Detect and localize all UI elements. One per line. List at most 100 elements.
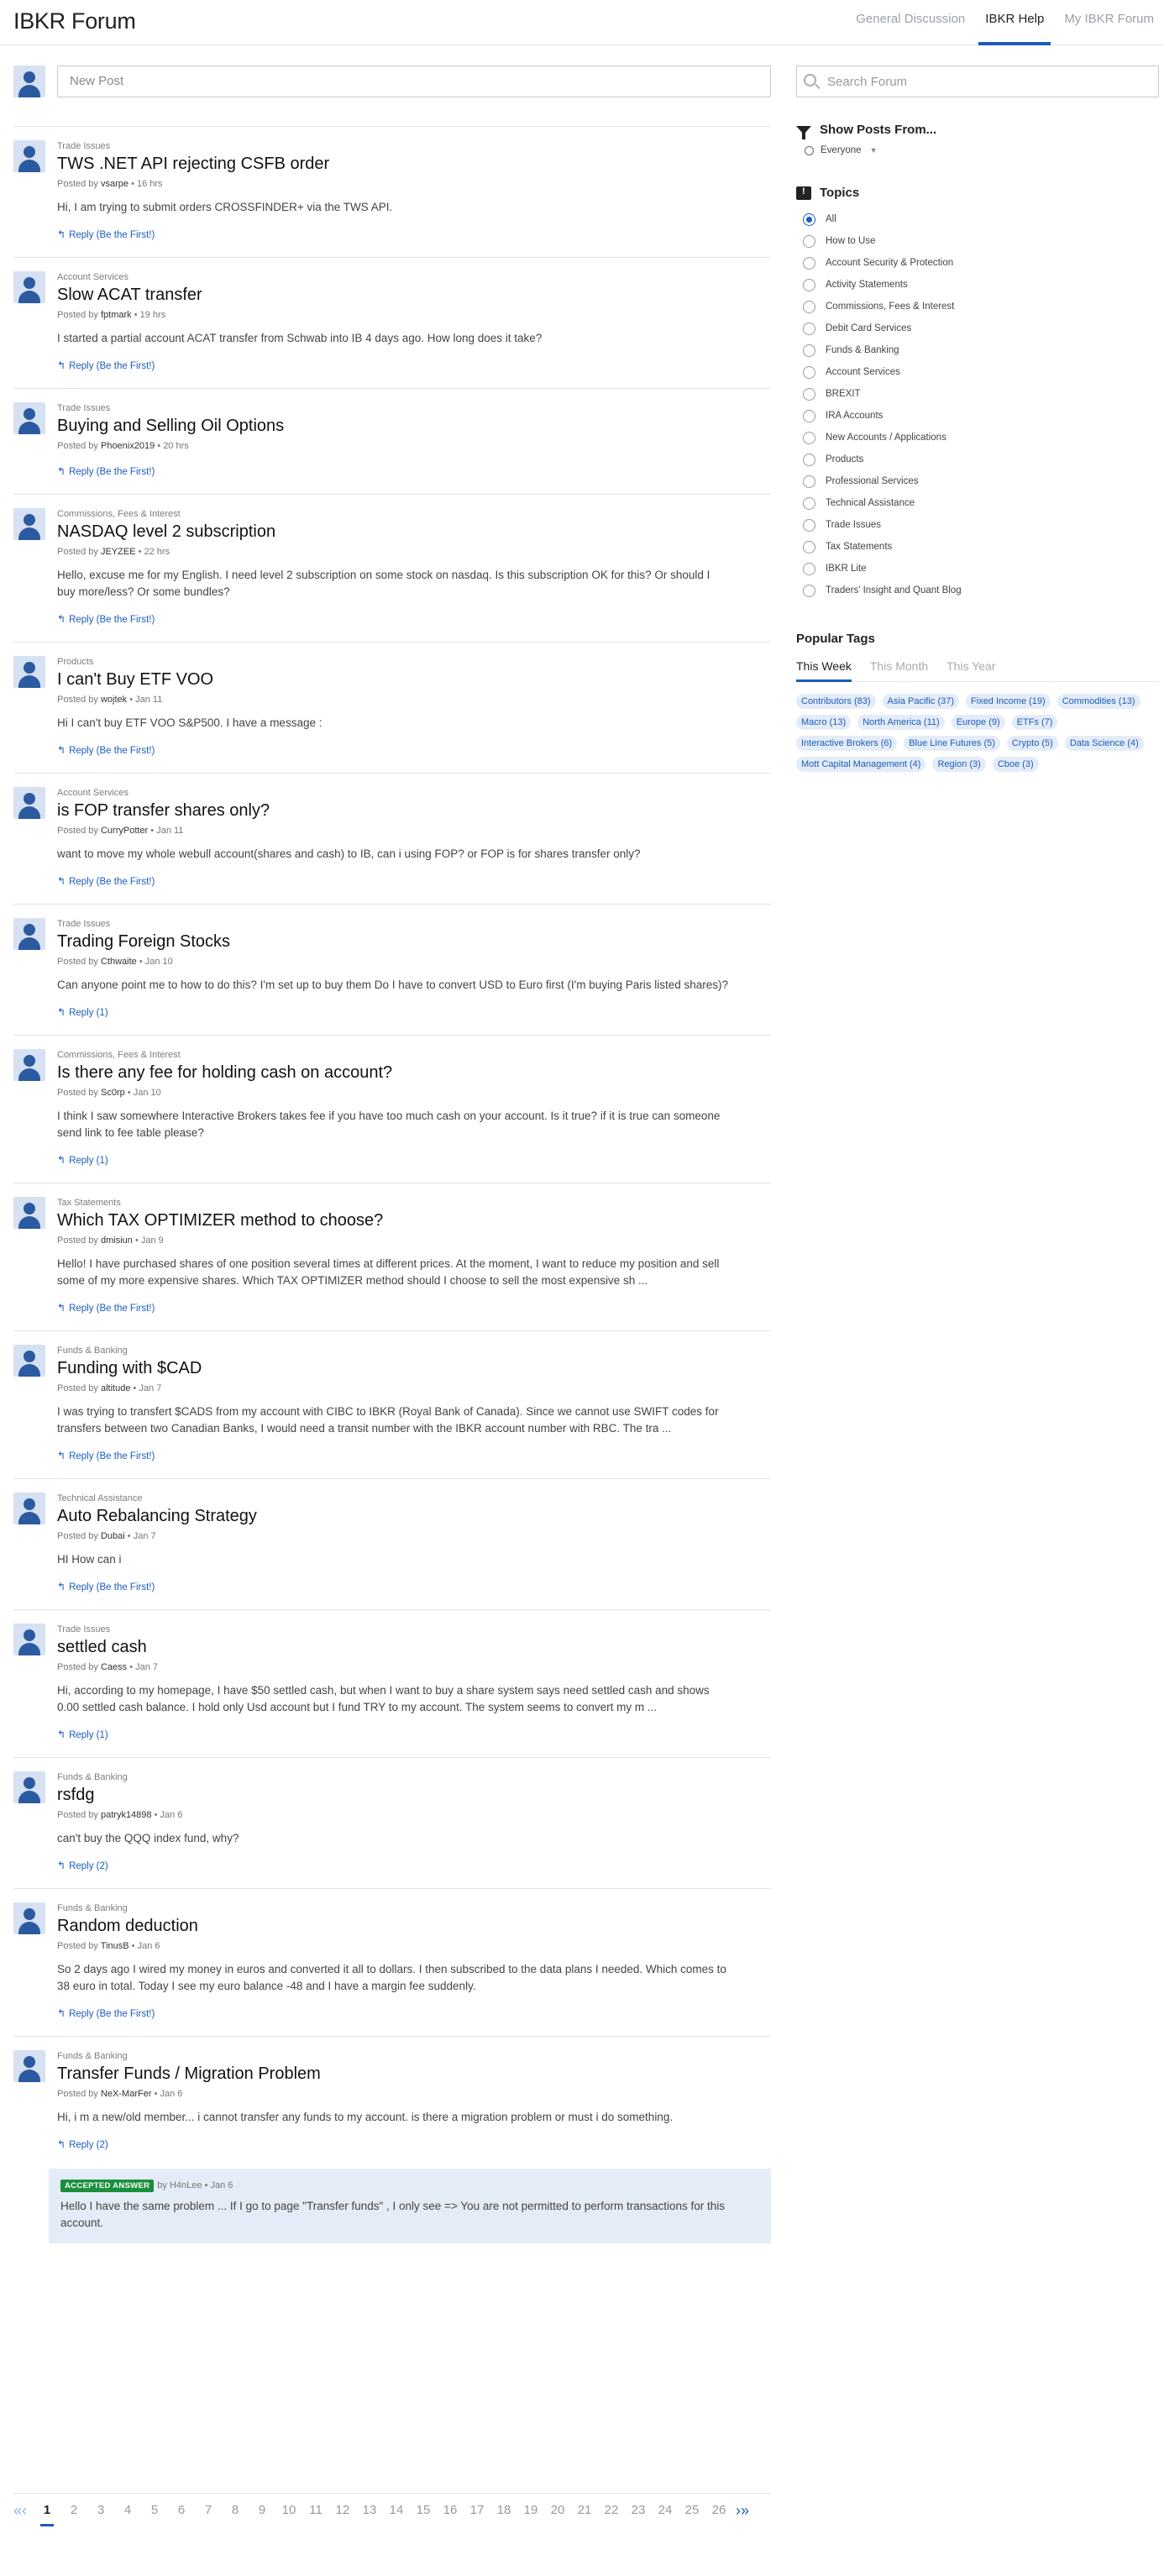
tag-pill[interactable]: Region (3) bbox=[932, 757, 986, 772]
page-link[interactable]: 24 bbox=[652, 2502, 679, 2519]
post-author[interactable]: TinusB bbox=[101, 1941, 129, 1951]
forum-brand[interactable]: IBKR Forum bbox=[13, 8, 136, 34]
page-link[interactable]: 12 bbox=[329, 2502, 356, 2519]
topic-radio[interactable] bbox=[803, 256, 815, 270]
topic-radio[interactable] bbox=[803, 496, 815, 510]
post-author[interactable]: dmisiun bbox=[101, 1236, 133, 1246]
post-category[interactable]: Technical Assistance bbox=[57, 1493, 771, 1504]
nav-tab-general-discussion[interactable]: General Discussion bbox=[846, 0, 975, 45]
author-avatar[interactable] bbox=[13, 1624, 45, 1655]
topic-radio[interactable] bbox=[803, 278, 815, 291]
topic-radio[interactable] bbox=[803, 562, 815, 575]
author-avatar[interactable] bbox=[13, 140, 45, 172]
post-author[interactable]: Cthwaite bbox=[101, 957, 137, 967]
author-avatar[interactable] bbox=[13, 1049, 45, 1081]
author-avatar[interactable] bbox=[13, 656, 45, 688]
topic-option[interactable]: Tax Statements bbox=[803, 536, 1159, 558]
accepted-answer-author[interactable]: H4nLee bbox=[170, 2180, 202, 2190]
reply-link[interactable]: ↰ Reply (2) bbox=[57, 2138, 771, 2152]
page-link[interactable]: 13 bbox=[356, 2502, 383, 2519]
post-title[interactable]: Which TAX OPTIMIZER method to choose? bbox=[57, 1209, 771, 1231]
post-author[interactable]: Sc0rp bbox=[101, 1088, 125, 1098]
page-link[interactable]: 2 bbox=[60, 2502, 87, 2519]
topic-option[interactable]: Debit Card Services bbox=[803, 317, 1159, 339]
page-link[interactable]: 1 bbox=[34, 2502, 60, 2526]
author-avatar[interactable] bbox=[13, 1902, 45, 1934]
topic-radio[interactable] bbox=[803, 212, 815, 226]
post-author[interactable]: JEYZEE bbox=[101, 547, 136, 557]
topic-radio[interactable] bbox=[803, 475, 815, 488]
page-link[interactable]: 26 bbox=[705, 2502, 732, 2519]
topic-radio[interactable] bbox=[803, 234, 815, 248]
tag-pill[interactable]: Crypto (5) bbox=[1006, 736, 1058, 751]
page-link[interactable]: 7 bbox=[195, 2502, 222, 2519]
topic-option[interactable]: How to Use bbox=[803, 230, 1159, 252]
topic-option[interactable]: Technical Assistance bbox=[803, 492, 1159, 514]
page-link[interactable]: 6 bbox=[168, 2502, 195, 2519]
topic-option[interactable]: Traders' Insight and Quant Blog bbox=[803, 580, 1159, 601]
page-link[interactable]: 3 bbox=[87, 2502, 114, 2519]
topic-option[interactable]: IBKR Lite bbox=[803, 558, 1159, 580]
tag-pill[interactable]: Macro (13) bbox=[796, 715, 852, 730]
post-title[interactable]: Funding with $CAD bbox=[57, 1357, 771, 1379]
reply-link[interactable]: ↰ Reply (Be the First!) bbox=[57, 874, 771, 889]
topic-radio[interactable] bbox=[803, 365, 815, 379]
page-link[interactable]: 9 bbox=[249, 2502, 275, 2519]
topic-option[interactable]: Commissions, Fees & Interest bbox=[803, 296, 1159, 317]
author-avatar[interactable] bbox=[13, 1771, 45, 1803]
topic-radio[interactable] bbox=[803, 518, 815, 532]
page-link[interactable]: 19 bbox=[517, 2502, 544, 2519]
reply-link[interactable]: ↰ Reply (Be the First!) bbox=[57, 612, 771, 627]
post-category[interactable]: Trade Issues bbox=[57, 918, 771, 930]
post-author[interactable]: patryk14898 bbox=[101, 1810, 152, 1820]
topic-option[interactable]: Account Services bbox=[803, 361, 1159, 383]
tag-pill[interactable]: Commodities (13) bbox=[1057, 694, 1140, 709]
topic-option[interactable]: Professional Services bbox=[803, 470, 1159, 492]
reply-link[interactable]: ↰ Reply (1) bbox=[57, 1153, 771, 1167]
post-title[interactable]: Trading Foreign Stocks bbox=[57, 931, 771, 952]
topic-option[interactable]: Activity Statements bbox=[803, 274, 1159, 296]
post-category[interactable]: Trade Issues bbox=[57, 402, 771, 414]
topic-radio[interactable] bbox=[803, 453, 815, 466]
post-category[interactable]: Tax Statements bbox=[57, 1197, 771, 1209]
reply-link[interactable]: ↰ Reply (1) bbox=[57, 1728, 771, 1742]
author-avatar[interactable] bbox=[13, 508, 45, 540]
author-avatar[interactable] bbox=[13, 402, 45, 434]
tag-pill[interactable]: North America (11) bbox=[857, 715, 945, 730]
topic-radio[interactable] bbox=[803, 584, 815, 597]
page-link[interactable]: 4 bbox=[114, 2502, 141, 2519]
tag-pill[interactable]: Europe (9) bbox=[951, 715, 1005, 730]
topic-option[interactable]: Account Security & Protection bbox=[803, 252, 1159, 274]
post-category[interactable]: Commissions, Fees & Interest bbox=[57, 508, 771, 520]
post-author[interactable]: altitude bbox=[101, 1383, 130, 1393]
post-title[interactable]: Transfer Funds / Migration Problem bbox=[57, 2063, 771, 2085]
reply-link[interactable]: ↰ Reply (1) bbox=[57, 1005, 771, 1020]
reply-link[interactable]: ↰ Reply (Be the First!) bbox=[57, 228, 771, 242]
page-link[interactable]: 15 bbox=[410, 2502, 437, 2519]
reply-link[interactable]: ↰ Reply (Be the First!) bbox=[57, 1449, 771, 1463]
post-category[interactable]: Account Services bbox=[57, 271, 771, 283]
post-category[interactable]: Trade Issues bbox=[57, 140, 771, 152]
reply-link[interactable]: ↰ Reply (Be the First!) bbox=[57, 2007, 771, 2021]
nav-tab-ibkr-help[interactable]: IBKR Help bbox=[975, 0, 1054, 45]
post-category[interactable]: Funds & Banking bbox=[57, 1345, 771, 1356]
pagination-prev-icon[interactable]: «‹ bbox=[13, 2502, 27, 2519]
pagination-next-icon[interactable]: ›» bbox=[736, 2502, 749, 2519]
topic-radio[interactable] bbox=[803, 540, 815, 553]
page-link[interactable]: 17 bbox=[464, 2502, 490, 2519]
post-title[interactable]: is FOP transfer shares only? bbox=[57, 800, 771, 821]
topic-radio[interactable] bbox=[803, 409, 815, 422]
page-link[interactable]: 22 bbox=[598, 2502, 625, 2519]
tag-pill[interactable]: Data Science (4) bbox=[1064, 736, 1144, 751]
post-title[interactable]: Auto Rebalancing Strategy bbox=[57, 1505, 771, 1527]
topic-option[interactable]: Funds & Banking bbox=[803, 339, 1159, 361]
page-link[interactable]: 18 bbox=[490, 2502, 517, 2519]
tag-pill[interactable]: Cboe (3) bbox=[992, 757, 1039, 772]
author-avatar[interactable] bbox=[13, 1197, 45, 1229]
audience-dropdown[interactable]: Everyone ▼ bbox=[796, 145, 1159, 155]
page-link[interactable]: 10 bbox=[275, 2502, 302, 2519]
tag-pill[interactable]: Interactive Brokers (6) bbox=[796, 736, 898, 751]
author-avatar[interactable] bbox=[13, 271, 45, 303]
page-link[interactable]: 16 bbox=[437, 2502, 464, 2519]
tag-pill[interactable]: Fixed Income (19) bbox=[966, 694, 1051, 709]
